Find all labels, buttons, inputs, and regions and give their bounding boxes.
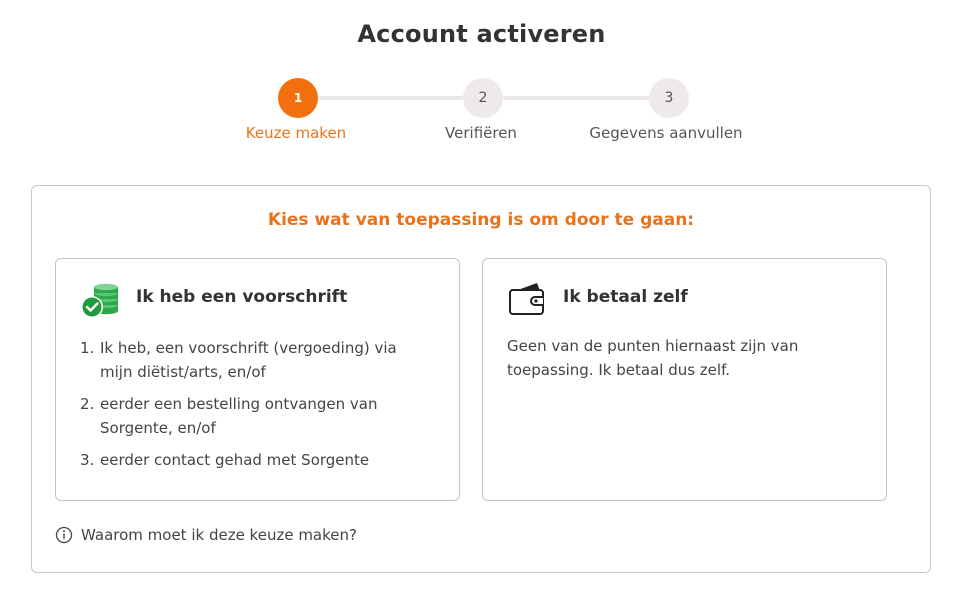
list-item: 1. Ik heb, een voorschrift (vergoeding) … xyxy=(80,336,430,384)
step-3-circle: 3 xyxy=(649,78,689,118)
why-choice-link[interactable]: Waarom moet ik deze keuze maken? xyxy=(55,526,357,544)
progress-stepper: 1 2 3 Keuze maken Verifiëren Gegevens aa… xyxy=(0,78,963,148)
option-self-pay-text: Geen van de punten hiernaast zijn van to… xyxy=(507,337,799,379)
list-item-text: eerder contact gehad met Sorgente xyxy=(100,451,370,469)
step-connector xyxy=(503,96,651,100)
list-item-text: eerder een bestelling ontvangen van Sorg… xyxy=(100,395,378,437)
list-item-number: 2. xyxy=(80,395,95,413)
choice-card: Kies wat van toepassing is om door te ga… xyxy=(31,185,931,573)
step-connector xyxy=(318,96,466,100)
list-item: 2. eerder een bestelling ontvangen van S… xyxy=(80,392,430,440)
why-choice-text: Waarom moet ik deze keuze maken? xyxy=(81,526,357,544)
step-1-label: Keuze maken xyxy=(245,124,347,142)
option-prescription-title: Ik heb een voorschrift xyxy=(136,287,348,307)
choice-heading: Kies wat van toepassing is om door te ga… xyxy=(267,210,695,230)
step-1-circle: 1 xyxy=(278,78,318,118)
option-prescription[interactable]: Ik heb een voorschrift 1. Ik heb, een vo… xyxy=(55,258,460,501)
wallet-icon xyxy=(509,283,544,315)
info-icon xyxy=(55,526,73,544)
step-3-label: Gegevens aanvullen xyxy=(589,124,743,142)
option-self-pay[interactable]: Ik betaal zelf Geen van de punten hierna… xyxy=(482,258,887,501)
list-item-text: Ik heb, een voorschrift (vergoeding) via… xyxy=(100,339,397,381)
option-self-pay-title: Ik betaal zelf xyxy=(563,287,688,307)
list-item: 3. eerder contact gehad met Sorgente xyxy=(80,448,430,472)
step-2-label: Verifiëren xyxy=(445,124,517,142)
page-title: Account activeren xyxy=(357,20,606,48)
step-2-circle: 2 xyxy=(463,78,503,118)
list-item-number: 1. xyxy=(80,339,95,357)
coins-check-icon xyxy=(81,283,118,318)
list-item-number: 3. xyxy=(80,451,95,469)
prescription-list: 1. Ik heb, een voorschrift (vergoeding) … xyxy=(80,336,430,480)
